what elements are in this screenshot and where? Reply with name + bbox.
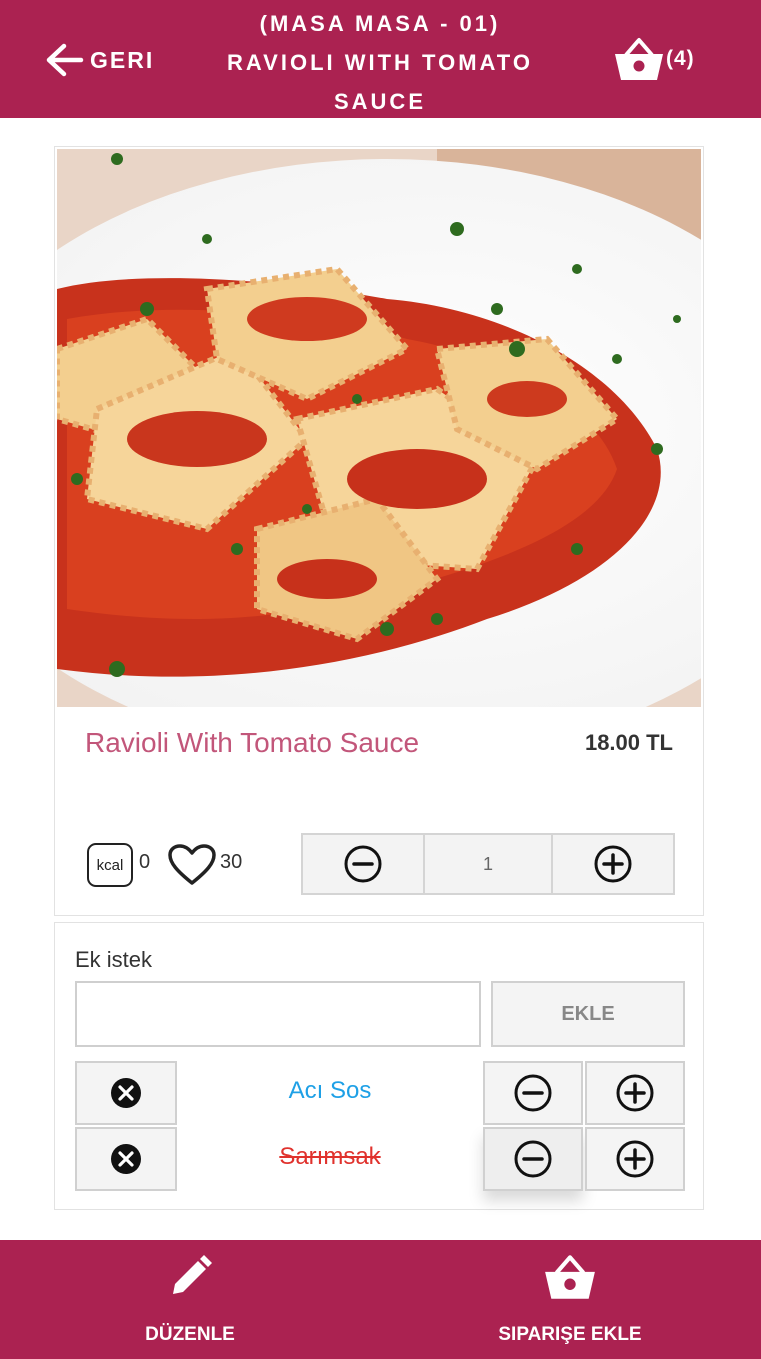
cart-count: (4) <box>666 47 695 70</box>
heart-icon[interactable] <box>167 843 217 887</box>
kcal-icon: kcal <box>87 843 133 887</box>
plus-circle-icon <box>616 1140 654 1178</box>
option-increase-button[interactable] <box>585 1127 685 1191</box>
extra-request-input[interactable] <box>75 981 481 1047</box>
extra-request-label: Ek istek <box>75 947 153 972</box>
pencil-icon <box>173 1255 212 1294</box>
decrease-quantity-button[interactable] <box>303 835 423 893</box>
product-photo <box>57 149 701 707</box>
option-label-aci-sos: Acı Sos <box>288 1077 372 1104</box>
plus-circle-icon <box>594 845 632 883</box>
top-bar: GERI (MASA MASA - 01) RAVIOLI WITH TOMAT… <box>0 0 761 118</box>
bottom-bar: DÜZENLE SIPARIŞE EKLE <box>0 1240 761 1359</box>
basket-icon <box>615 38 663 80</box>
option-decrease-button[interactable] <box>483 1127 583 1191</box>
remove-option-button[interactable] <box>75 1127 177 1191</box>
add-to-order-button[interactable]: SIPARIŞE EKLE <box>470 1240 670 1359</box>
edit-label: DÜZENLE <box>145 1324 235 1345</box>
minus-circle-icon <box>514 1140 552 1178</box>
increase-quantity-button[interactable] <box>553 835 673 893</box>
plus-circle-icon <box>616 1074 654 1112</box>
quantity-stepper: 1 <box>301 833 675 895</box>
remove-option-button[interactable] <box>75 1061 177 1125</box>
option-increase-button[interactable] <box>585 1061 685 1125</box>
quantity-value: 1 <box>423 835 553 893</box>
product-title: RAVIOLI WITH TOMATO SAUCE <box>227 50 533 114</box>
kcal-value: 0 <box>139 851 151 873</box>
minus-circle-icon <box>514 1074 552 1112</box>
minus-circle-icon <box>344 845 382 883</box>
extras-panel: Ek istek EKLE Acı Sos Sarımsak <box>54 922 704 1210</box>
back-label: GERI <box>90 46 155 73</box>
arrow-left-icon <box>46 43 84 77</box>
back-button[interactable]: GERI <box>44 40 154 80</box>
close-circle-icon <box>111 1144 141 1174</box>
product-name: Ravioli With Tomato Sauce <box>85 727 420 758</box>
product-price: 18.00 TL <box>584 730 673 755</box>
table-name: (MASA MASA - 01) <box>259 11 501 36</box>
basket-icon <box>545 1255 595 1299</box>
close-circle-icon <box>111 1078 141 1108</box>
option-label-sarimsak: Sarımsak <box>279 1143 381 1170</box>
like-count: 30 <box>220 851 243 873</box>
cart-button[interactable]: (4) <box>612 34 695 84</box>
add-extra-button[interactable]: EKLE <box>491 981 685 1047</box>
add-to-order-label: SIPARIŞE EKLE <box>498 1324 642 1345</box>
edit-button[interactable]: DÜZENLE <box>110 1240 270 1359</box>
product-card: Ravioli With Tomato Sauce 18.00 TL kcal … <box>54 146 704 916</box>
option-decrease-button[interactable] <box>483 1061 583 1125</box>
page-title: (MASA MASA - 01) RAVIOLI WITH TOMATO SAU… <box>180 4 580 121</box>
